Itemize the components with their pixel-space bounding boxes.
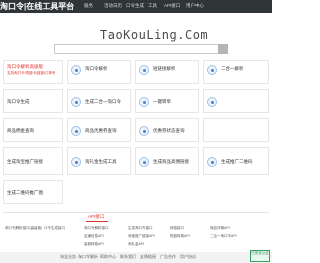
tool-card-taokouling-generate[interactable]: 淘口令生成 bbox=[3, 89, 63, 113]
search-input[interactable] bbox=[54, 44, 219, 54]
top-nav-bar: 淘口令|在线工具平台 首页 服务 活动日历 口令生成 工具 API接口 用户中心 bbox=[0, 0, 272, 13]
footer-link[interactable]: 友情链接 bbox=[140, 254, 156, 260]
tool-title: 一键转单 bbox=[153, 99, 171, 104]
link-icon bbox=[139, 65, 149, 75]
tool-title: 淘口令解析高级版 bbox=[7, 64, 43, 69]
convert-icon bbox=[139, 97, 149, 107]
api-item[interactable]: 口令生成接口 bbox=[44, 226, 65, 231]
search-button[interactable] bbox=[218, 44, 228, 54]
api-item[interactable]: 淘礼金API bbox=[128, 242, 144, 247]
nav-item-calendar[interactable]: 活动日历 bbox=[104, 3, 122, 9]
api-item[interactable]: 淘口令解析接口 bbox=[84, 226, 109, 231]
coupon-icon bbox=[71, 126, 81, 136]
tool-card-empty[interactable] bbox=[203, 89, 269, 113]
tool-card-promo-qrcode[interactable]: 生成推广二维码 bbox=[203, 147, 269, 175]
section-divider bbox=[3, 212, 269, 213]
tool-card-two-in-one-generate[interactable]: 生成二合一淘口令 bbox=[67, 89, 131, 113]
nav-item-tools[interactable]: 工具 bbox=[148, 3, 157, 9]
share-icon bbox=[139, 157, 149, 167]
nav-item-api[interactable]: API接口 bbox=[164, 3, 180, 9]
tool-card-taokouling-parse-pro[interactable]: 淘口令解析高级版 支持淘口令/短链/长链接/订单号 bbox=[3, 60, 63, 84]
tool-card-one-click-convert[interactable]: 一键转单 bbox=[135, 89, 199, 113]
qr-icon bbox=[207, 157, 217, 167]
tool-title: 淘礼金生成工具 bbox=[85, 159, 117, 164]
api-item[interactable]: 淘口令解析接口(高级版) bbox=[5, 226, 42, 231]
tool-card-coupon-query[interactable]: 商品优惠券查询 bbox=[67, 118, 131, 142]
footer-link[interactable]: 广告合作 bbox=[160, 254, 176, 260]
api-item[interactable]: 高佣转链API bbox=[84, 242, 104, 247]
footer-link[interactable]: 帮助中心 bbox=[100, 254, 116, 260]
api-item[interactable]: 淘宝推广链接API bbox=[128, 234, 155, 239]
link-icon bbox=[71, 97, 81, 107]
tool-card-coupon-status[interactable]: 优惠券状态查询 bbox=[135, 118, 199, 142]
money-bag-icon bbox=[71, 157, 81, 167]
tool-title: 二合一解析 bbox=[221, 66, 244, 71]
tool-title: 商品优惠券查询 bbox=[85, 128, 117, 133]
tool-title: 淘口令解析 bbox=[85, 66, 108, 71]
footer-link[interactable]: 淘口令解析 bbox=[78, 254, 98, 260]
footer-link[interactable]: 淘宝业务 bbox=[60, 254, 76, 260]
tool-card-commission-query[interactable]: 商品佣金查询 bbox=[3, 118, 63, 142]
link-icon bbox=[71, 65, 81, 75]
api-item[interactable]: 短链转换API bbox=[170, 234, 190, 239]
nav-item-home[interactable]: 首页 bbox=[58, 3, 67, 9]
tool-card-taokouling-parse[interactable]: 淘口令解析 bbox=[67, 60, 131, 84]
tool-title: 商品佣金查询 bbox=[7, 128, 34, 133]
tool-title: 生成二合一淘口令 bbox=[85, 99, 121, 104]
tool-card-qrcode-promo-image[interactable]: 生成二维码推广图 bbox=[3, 180, 63, 204]
api-section-title: API接口 bbox=[88, 214, 105, 219]
generic-icon bbox=[207, 97, 217, 107]
tool-card-taolijin-generator[interactable]: 淘礼金生成工具 bbox=[67, 147, 131, 175]
tool-card-high-commission-link[interactable]: 生成商品高佣链接 bbox=[135, 147, 199, 175]
tool-title: 生成商品高佣链接 bbox=[153, 159, 189, 164]
nav-item-generate[interactable]: 口令生成 bbox=[126, 3, 144, 9]
api-item[interactable]: 转链接口 bbox=[170, 226, 184, 231]
tool-card-taobao-promo-link[interactable]: 生成淘宝推广链接 bbox=[3, 147, 63, 175]
api-item[interactable]: 生成淘口令接口 bbox=[128, 226, 153, 231]
tool-card-two-in-one-parse[interactable]: 二合一解析 bbox=[203, 60, 269, 84]
tool-title: 生成淘宝推广链接 bbox=[7, 159, 43, 164]
nav-item-service[interactable]: 服务 bbox=[84, 3, 93, 9]
qr-icon bbox=[207, 65, 217, 75]
api-item[interactable]: 店铺信息API bbox=[84, 234, 104, 239]
tool-card-empty[interactable] bbox=[203, 118, 269, 142]
ticket-icon bbox=[139, 126, 149, 136]
api-item[interactable]: 商品详情API bbox=[210, 226, 230, 231]
tool-subtitle: 支持淘口令/短链/长链接/订单号 bbox=[7, 71, 56, 75]
nav-item-user[interactable]: 用户中心 bbox=[186, 3, 204, 9]
tool-title: 短链接解析 bbox=[153, 66, 176, 71]
footer-link[interactable]: 联系我们 bbox=[120, 254, 136, 260]
security-badge[interactable]: 已安全认证 bbox=[250, 250, 270, 262]
footer-link[interactable]: 用户协议 bbox=[180, 254, 196, 260]
tool-title: 优惠券状态查询 bbox=[153, 128, 185, 133]
tool-card-short-link-parse[interactable]: 短链接解析 bbox=[135, 60, 199, 84]
api-item[interactable]: 二合一淘口令API bbox=[210, 234, 237, 239]
footer: 淘宝业务 淘口令解析 帮助中心 联系我们 友情链接 广告合作 用户协议 bbox=[0, 252, 272, 263]
site-logo[interactable]: TaoKouLing.Com bbox=[100, 28, 208, 42]
tool-title: 淘口令生成 bbox=[7, 99, 30, 104]
tool-title: 生成二维码推广图 bbox=[7, 190, 43, 195]
tool-title: 生成推广二维码 bbox=[221, 159, 253, 164]
api-title-underline bbox=[86, 221, 108, 222]
